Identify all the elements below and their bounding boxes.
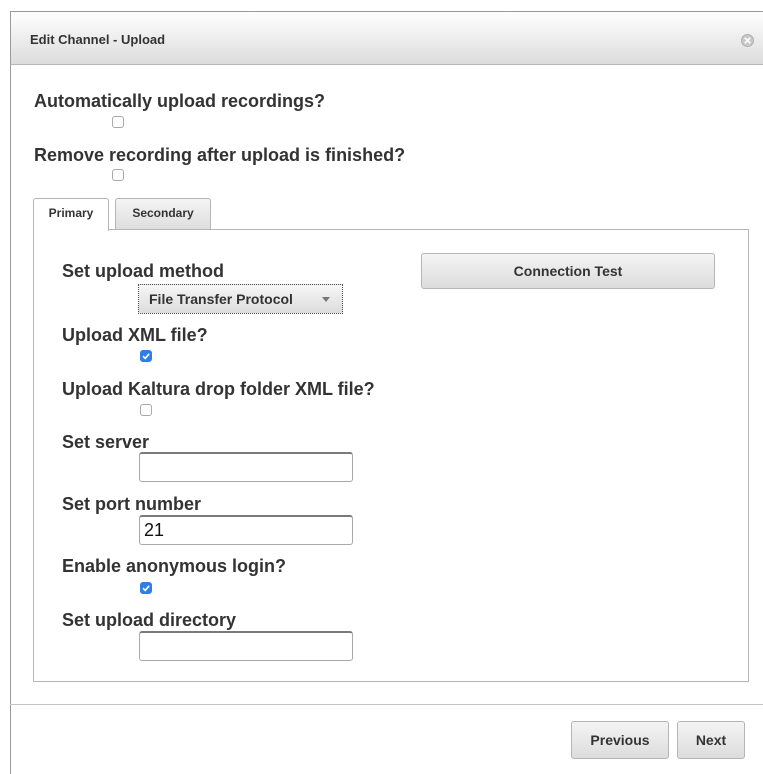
tab-secondary-label: Secondary xyxy=(132,206,194,220)
connection-test-button[interactable]: Connection Test xyxy=(421,253,715,289)
close-icon[interactable] xyxy=(741,34,754,47)
upload-directory-label: Set upload directory xyxy=(62,610,237,630)
anonymous-login-label: Enable anonymous login? xyxy=(62,556,287,576)
previous-button[interactable]: Previous xyxy=(571,721,669,759)
connection-test-label: Connection Test xyxy=(513,263,623,279)
kaltura-xml-label: Upload Kaltura drop folder XML file? xyxy=(62,379,375,399)
upload-method-label: Set upload method xyxy=(62,261,224,281)
checkmark-icon xyxy=(142,353,150,360)
port-label: Set port number xyxy=(62,494,202,514)
anonymous-login-checkbox[interactable] xyxy=(140,582,152,594)
upload-method-value: File Transfer Protocol xyxy=(149,291,293,307)
port-input[interactable] xyxy=(139,515,353,545)
auto-upload-checkbox[interactable] xyxy=(112,116,124,128)
dialog-titlebar: Edit Channel - Upload xyxy=(10,11,763,65)
upload-xml-label: Upload XML file? xyxy=(62,325,208,345)
auto-upload-label: Automatically upload recordings? xyxy=(34,91,326,111)
dialog-title: Edit Channel - Upload xyxy=(30,32,166,47)
upload-directory-input[interactable] xyxy=(139,631,353,661)
upload-method-select[interactable]: File Transfer Protocol xyxy=(138,284,343,314)
next-button[interactable]: Next xyxy=(677,721,745,759)
remove-after-upload-checkbox[interactable] xyxy=(112,169,124,181)
remove-after-upload-label: Remove recording after upload is finishe… xyxy=(34,145,406,165)
server-input[interactable] xyxy=(139,452,353,482)
tab-secondary[interactable]: Secondary xyxy=(115,198,211,229)
previous-label: Previous xyxy=(590,732,650,748)
tab-primary-label: Primary xyxy=(48,206,94,220)
checkmark-icon xyxy=(142,585,150,592)
tab-primary[interactable]: Primary xyxy=(33,198,109,231)
next-label: Next xyxy=(695,732,727,748)
footer-divider xyxy=(10,704,763,705)
kaltura-xml-checkbox[interactable] xyxy=(140,404,152,416)
server-label: Set server xyxy=(62,432,150,452)
upload-xml-checkbox[interactable] xyxy=(140,350,152,362)
chevron-down-icon xyxy=(322,297,330,302)
